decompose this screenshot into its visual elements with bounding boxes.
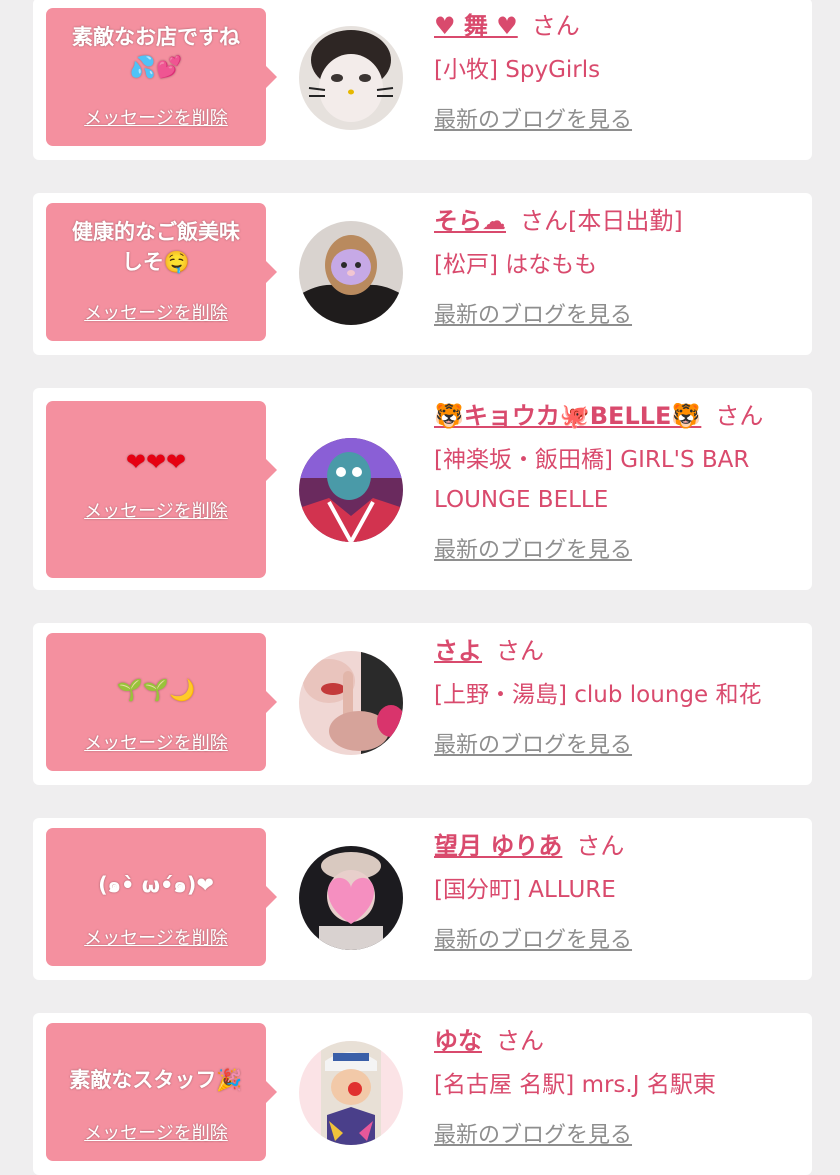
shop-name: [名古屋 名駅] mrs.J 名駅東 bbox=[434, 1072, 716, 1098]
shop-name: [上野・湯島] club lounge 和花 bbox=[434, 682, 762, 708]
delete-message-link[interactable]: メッセージを削除 bbox=[46, 729, 266, 755]
message-card: (๑•̀ ω•́๑)❤ メッセージを削除 望月 ゆりあ さん [国分町] ALLU… bbox=[33, 818, 812, 980]
shop-name: [神楽坂・飯田橋] GIRL'S BAR LOUNGE BELLE bbox=[434, 447, 750, 513]
message-bubble: (๑•̀ ω•́๑)❤ メッセージを削除 bbox=[46, 828, 277, 966]
avatar[interactable] bbox=[299, 221, 403, 325]
message-card: 健康的なご飯美味しそ🤤 メッセージを削除 そら☁ さん[本日出勤] [松戸] はな… bbox=[33, 193, 812, 355]
honorific: さん bbox=[496, 1027, 544, 1055]
message-list: 素敵なお店ですね 💦💕 メッセージを削除 ♥ 舞 ♥ さん [小牧] SpyGir bbox=[0, 0, 840, 1175]
message-bubble: 健康的なご飯美味しそ🤤 メッセージを削除 bbox=[46, 203, 277, 341]
delete-message-link[interactable]: メッセージを削除 bbox=[46, 299, 266, 325]
message-bubble: ❤❤❤ メッセージを削除 bbox=[46, 401, 277, 578]
message-card: 素敵なスタッフ🎉 メッセージを削除 ゆな さん [名古屋 名駅] mrs.J 名駅… bbox=[33, 1013, 812, 1175]
message-bubble: 素敵なお店ですね 💦💕 メッセージを削除 bbox=[46, 8, 277, 146]
cast-name-link[interactable]: そら☁ bbox=[434, 207, 506, 235]
honorific: さん bbox=[496, 637, 544, 665]
avatar[interactable] bbox=[299, 846, 403, 950]
blog-link[interactable]: 最新のブログを見る bbox=[434, 1117, 632, 1149]
honorific: さん bbox=[576, 832, 625, 860]
delete-message-link[interactable]: メッセージを削除 bbox=[46, 924, 266, 950]
cast-name-link[interactable]: ゆな bbox=[434, 1027, 482, 1055]
message-bubble: 素敵なスタッフ🎉 メッセージを削除 bbox=[46, 1023, 277, 1161]
cast-name-link[interactable]: ♥ 舞 ♥ bbox=[434, 12, 518, 40]
blog-link[interactable]: 最新のブログを見る bbox=[434, 297, 632, 329]
honorific: さん bbox=[715, 402, 764, 430]
message-card: ❤❤❤ メッセージを削除 🐯キョウカ🐙BELLE🐯 さん [神楽坂・飯田橋] GI… bbox=[33, 388, 812, 590]
blog-link[interactable]: 最新のブログを見る bbox=[434, 102, 632, 134]
blog-link[interactable]: 最新のブログを見る bbox=[434, 727, 632, 759]
delete-message-link[interactable]: メッセージを削除 bbox=[46, 1119, 266, 1145]
message-text: (๑•̀ ω•́๑)❤ bbox=[98, 873, 214, 897]
message-text: 🌱🌱🌙 bbox=[116, 678, 196, 702]
message-text: 健康的なご飯美味しそ🤤 bbox=[72, 220, 240, 274]
blog-link[interactable]: 最新のブログを見る bbox=[434, 922, 632, 954]
shop-name: [国分町] ALLURE bbox=[434, 877, 616, 903]
shop-name: [小牧] SpyGirls bbox=[434, 57, 601, 83]
honorific: さん bbox=[520, 207, 568, 235]
message-text: 素敵なスタッフ🎉 bbox=[69, 1068, 243, 1092]
message-text: ❤❤❤ bbox=[125, 448, 187, 476]
cast-name-link[interactable]: 望月 ゆりあ bbox=[434, 832, 562, 860]
status-text: [本日出勤] bbox=[568, 207, 683, 235]
message-text: 素敵なお店ですね 💦💕 bbox=[72, 25, 240, 79]
shop-name: [松戸] はなもも bbox=[434, 252, 598, 278]
delete-message-link[interactable]: メッセージを削除 bbox=[46, 104, 266, 130]
avatar[interactable] bbox=[299, 1041, 403, 1145]
message-card: 🌱🌱🌙 メッセージを削除 さよ さん [上野・湯島] club lounge 和花… bbox=[33, 623, 812, 785]
avatar[interactable] bbox=[299, 26, 403, 130]
honorific: さん bbox=[531, 12, 580, 40]
delete-message-link[interactable]: メッセージを削除 bbox=[46, 497, 266, 523]
message-bubble: 🌱🌱🌙 メッセージを削除 bbox=[46, 633, 277, 771]
blog-link[interactable]: 最新のブログを見る bbox=[434, 532, 632, 564]
avatar[interactable] bbox=[299, 438, 403, 542]
cast-name-link[interactable]: さよ bbox=[434, 637, 482, 665]
message-card: 素敵なお店ですね 💦💕 メッセージを削除 ♥ 舞 ♥ さん [小牧] SpyGir bbox=[33, 0, 812, 160]
cast-name-link[interactable]: 🐯キョウカ🐙BELLE🐯 bbox=[434, 402, 701, 430]
avatar[interactable] bbox=[299, 651, 403, 755]
